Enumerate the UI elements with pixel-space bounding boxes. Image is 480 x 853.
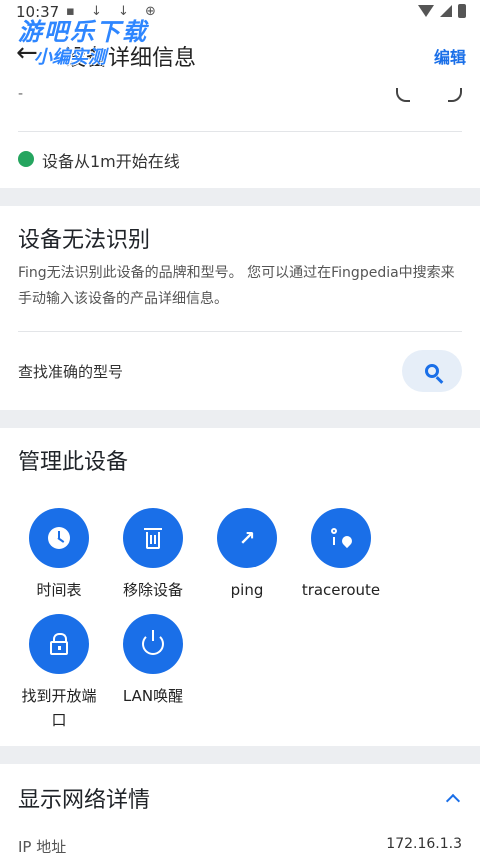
find-model-label[interactable]: 查找准确的型号 [18,361,123,382]
edit-button[interactable]: 编辑 [434,44,466,68]
search-icon [425,364,439,378]
open-ports-button[interactable] [29,614,89,674]
traceroute-label: traceroute [301,581,381,599]
signal-icon [440,5,452,17]
trending-up-icon: ↗ [238,526,256,550]
wake-on-lan-button[interactable] [123,614,183,674]
traceroute-action[interactable]: traceroute [286,508,396,602]
unrecognized-title: 设备无法识别 [18,228,151,253]
corner-right-icon [448,88,462,102]
unrecognized-card: 设备无法识别 Fing无法识别此设备的品牌和型号。 您可以通过在Fingpedi… [0,206,480,410]
system-icons [418,4,466,18]
route-icon [329,526,355,550]
chevron-up-icon[interactable] [445,793,461,809]
schedule-button[interactable] [29,508,89,568]
clock-icon [48,527,70,549]
wake-on-lan-label: LAN唤醒 [122,687,184,705]
traceroute-button[interactable] [311,508,371,568]
ip-address-value: 172.16.1.3 [386,836,462,852]
manage-device-card: 管理此设备 时间表 移除设备 ↗ ping traceroute 找到开放端口 … [0,428,480,746]
trash-icon [144,527,162,549]
search-model-button[interactable] [402,350,462,392]
network-details-card: 显示网络详情 IP 地址 172.16.1.3 [0,764,480,853]
ping-button[interactable]: ↗ [217,508,277,568]
watermark-logo: 游吧乐下载 小编实测 [18,12,148,69]
wake-on-lan-action[interactable]: LAN唤醒 [98,614,208,708]
network-details-title[interactable]: 显示网络详情 [18,782,150,814]
online-dot-icon [18,151,34,167]
battery-icon [458,4,466,18]
online-status: 设备从1m开始在线 [42,152,180,171]
unrecognized-description: Fing无法识别此设备的品牌和型号。 您可以通过在Fingpedia中搜索来手动… [18,265,455,307]
device-summary-card: - 设备从1m开始在线 [0,86,480,188]
divider [18,331,462,332]
divider [18,131,462,132]
wifi-icon [418,5,434,17]
ip-address-label: IP 地址 [18,838,67,853]
open-ports-label: 找到开放端口 [21,687,97,729]
manage-title: 管理此设备 [18,450,129,475]
remove-device-button[interactable] [123,508,183,568]
device-subtitle: - [18,86,24,102]
watermark-line1: 游吧乐下载 [18,18,148,46]
lock-open-icon [50,633,68,655]
power-icon [142,630,164,655]
corner-left-icon [396,88,410,102]
